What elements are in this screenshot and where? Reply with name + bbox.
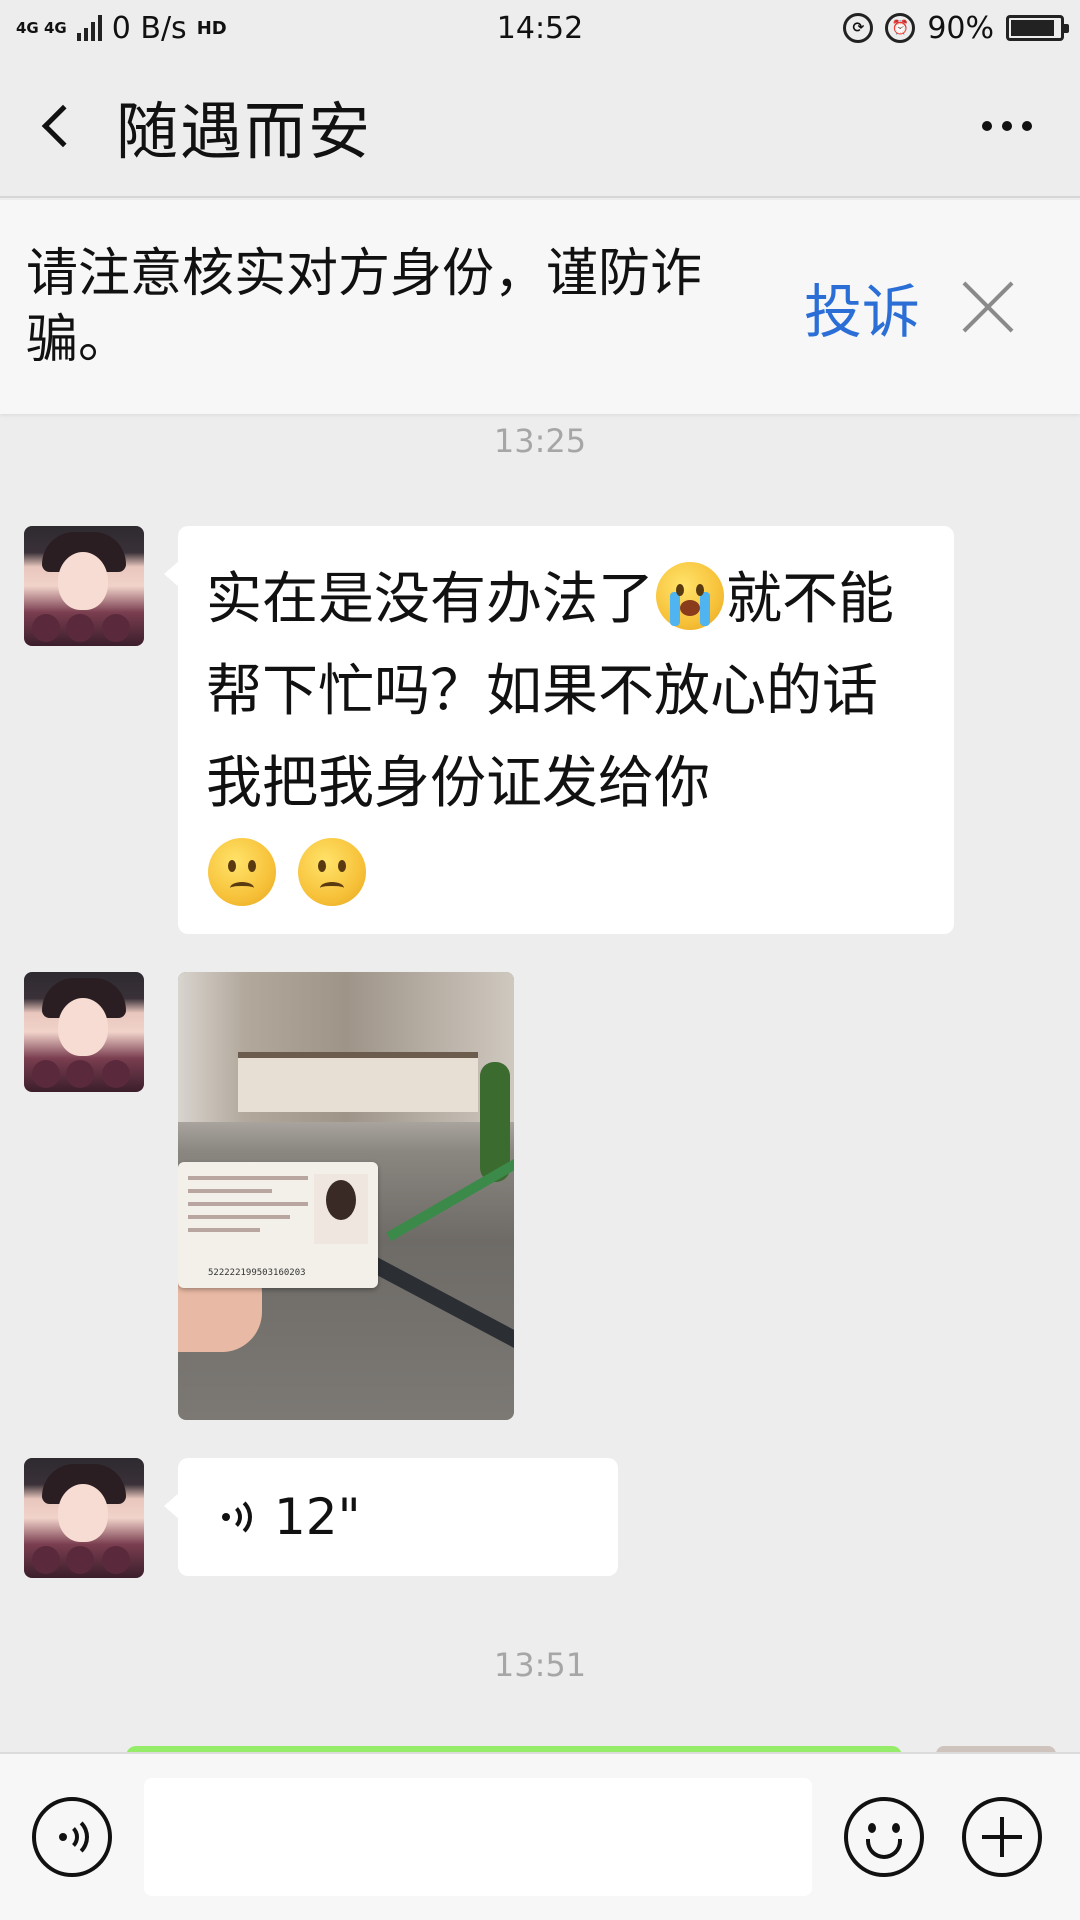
- more-functions-button[interactable]: [962, 1797, 1042, 1877]
- nav-bar: 随遇而安: [0, 56, 1080, 198]
- timestamp: 13:25: [493, 422, 587, 460]
- close-banner-button[interactable]: [958, 277, 1018, 337]
- net-speed: 0 B/s: [111, 10, 187, 46]
- more-options-button[interactable]: [952, 55, 1062, 197]
- voice-wave-icon: [59, 1815, 95, 1859]
- chat-title: 随遇而安: [116, 95, 373, 168]
- sad-emoji-icon: [297, 838, 366, 906]
- contact-avatar[interactable]: [24, 526, 144, 646]
- id-card-photo: 522222199503160203: [178, 1162, 378, 1288]
- crying-emoji-icon: [656, 562, 724, 630]
- network-label: 4G 4G: [16, 18, 67, 37]
- message-image-id-card[interactable]: 522222199503160203: [178, 972, 514, 1420]
- warning-text: 请注意核实对方身份，谨防诈骗。: [26, 244, 703, 370]
- hd-call-icon: HD: [196, 17, 227, 39]
- message-input[interactable]: [144, 1778, 812, 1896]
- back-button[interactable]: [0, 55, 116, 197]
- smile-icon: [868, 1823, 900, 1833]
- status-left: 4G 4G 0 B/s HD: [16, 11, 227, 46]
- battery-percent: 90%: [927, 10, 994, 46]
- contact-avatar[interactable]: [24, 972, 144, 1092]
- complain-link[interactable]: 投诉: [804, 265, 920, 349]
- chevron-left-icon: [41, 104, 85, 148]
- message-text-part1: 实在是没有办法了: [206, 567, 654, 632]
- network-type: 4G 4G: [16, 18, 67, 37]
- emoji-button[interactable]: [844, 1797, 924, 1877]
- voice-duration: 12": [274, 1488, 361, 1546]
- battery-icon: [1006, 15, 1069, 41]
- voice-wave-icon: [222, 1495, 258, 1539]
- signal-icon: [76, 15, 102, 41]
- sad-emoji-icon: [208, 838, 276, 906]
- input-bar: [0, 1752, 1080, 1920]
- timestamp: 13:51: [493, 1646, 587, 1684]
- status-right: ⟳ ⏰ 90%: [843, 10, 1069, 46]
- alarm-icon: ⏰: [885, 13, 916, 43]
- message-bubble-text[interactable]: 实在是没有办法了 就不能帮下忙吗？如果不放心的话我把我身份证发给你: [164, 526, 954, 934]
- voice-input-button[interactable]: [32, 1797, 112, 1877]
- fraud-warning-banner: 请注意核实对方身份，谨防诈骗。 投诉: [0, 200, 1080, 414]
- rotation-lock-icon: ⟳: [843, 13, 874, 43]
- message-voice[interactable]: 12": [164, 1458, 618, 1576]
- more-dots-icon: [982, 121, 992, 131]
- id-card-number: 522222199503160203: [208, 1268, 306, 1278]
- contact-avatar[interactable]: [24, 1458, 144, 1578]
- status-bar: 4G 4G 0 B/s HD 14:52 ⟳ ⏰ 90%: [0, 0, 1080, 56]
